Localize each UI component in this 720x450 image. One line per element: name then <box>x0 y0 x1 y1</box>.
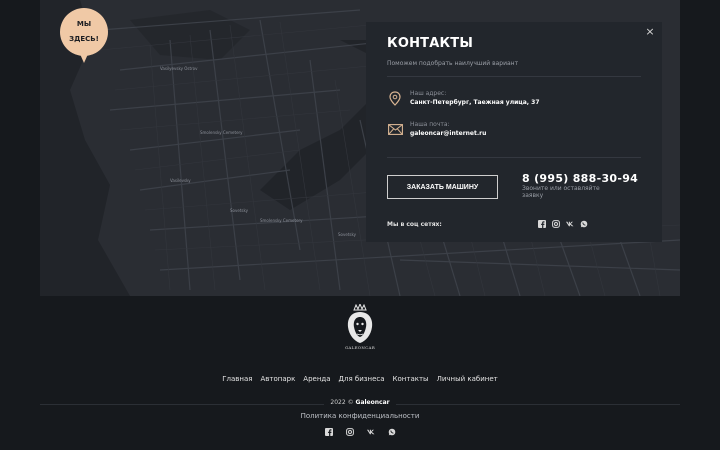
close-button[interactable]: × <box>644 26 656 38</box>
map-label: Vasilevsky <box>170 178 191 183</box>
nav-link-business[interactable]: Для бизнеса <box>339 375 385 383</box>
footer-nav: Главная Автопарк Аренда Для бизнеса Конт… <box>0 375 720 383</box>
email-row: Наша почта: galeoncar@internet.ru <box>387 121 486 139</box>
instagram-icon[interactable] <box>345 428 354 436</box>
phone-note: Звоните или оставляйте заявку <box>522 185 600 199</box>
page: Smolensky Cemetery Vasilevsky Sovetsky S… <box>0 0 720 450</box>
brand-logo[interactable]: GALEONCAR <box>343 304 377 358</box>
phone-number[interactable]: 8 (995) 888-30-94 <box>522 172 638 185</box>
contacts-title: КОНТАКТЫ <box>387 36 474 51</box>
contacts-subtitle: Поможем подобрать наилучший вариант <box>387 60 519 67</box>
social-label: Мы в соц сетях: <box>387 221 442 228</box>
nav-link-fleet[interactable]: Автопарк <box>260 375 295 383</box>
card-social-links <box>538 220 588 228</box>
mail-icon <box>387 121 403 137</box>
privacy-policy-link[interactable]: Политика конфиденциальности <box>0 412 720 420</box>
nav-link-contacts[interactable]: Контакты <box>393 375 429 383</box>
map-label: Sovetsky <box>338 232 357 237</box>
pin-text-line2: ЗДЕСЬ! <box>69 35 99 43</box>
whatsapp-icon[interactable] <box>388 428 396 436</box>
email-label: Наша почта: <box>410 121 450 128</box>
instagram-icon[interactable] <box>552 220 560 228</box>
address-value: Санкт-Петербург, Таежная улица, 37 <box>410 99 540 106</box>
facebook-icon[interactable] <box>324 428 333 436</box>
facebook-icon[interactable] <box>538 220 546 228</box>
location-icon <box>387 90 403 106</box>
divider <box>387 76 641 77</box>
vk-icon[interactable] <box>366 428 375 436</box>
address-row: Наш адрес: Санкт-Петербург, Таежная улиц… <box>387 90 540 108</box>
logo-text: GALEONCAR <box>344 345 376 350</box>
order-car-button[interactable]: ЗАКАЗАТЬ МАШИНУ <box>387 175 498 199</box>
copyright-brand: Galeoncar <box>355 399 390 406</box>
copyright-year: 2022 © <box>330 399 354 406</box>
map-label: Sovetsky <box>230 208 249 213</box>
nav-link-rent[interactable]: Аренда <box>303 375 330 383</box>
nav-link-home[interactable]: Главная <box>222 375 252 383</box>
map-label: Smolensky Cemetery <box>260 218 303 223</box>
footer-social-links <box>0 428 720 436</box>
location-pin[interactable]: МЫ ЗДЕСЬ! <box>60 8 108 63</box>
vk-icon[interactable] <box>566 220 574 228</box>
lion-logo-icon <box>347 304 373 343</box>
divider <box>387 157 641 158</box>
whatsapp-icon[interactable] <box>580 220 588 228</box>
address-label: Наш адрес: <box>410 90 447 97</box>
nav-link-account[interactable]: Личный кабинет <box>437 375 498 383</box>
copyright: 2022 © Galeoncar <box>0 399 720 406</box>
pin-text-line1: МЫ <box>76 20 92 28</box>
email-value[interactable]: galeoncar@internet.ru <box>410 129 486 139</box>
map-label: Smolensky Cemetery <box>200 130 243 135</box>
contacts-card: × КОНТАКТЫ Поможем подобрать наилучший в… <box>366 22 662 242</box>
map-label: Vasilyevsky Ostrov <box>160 66 198 71</box>
